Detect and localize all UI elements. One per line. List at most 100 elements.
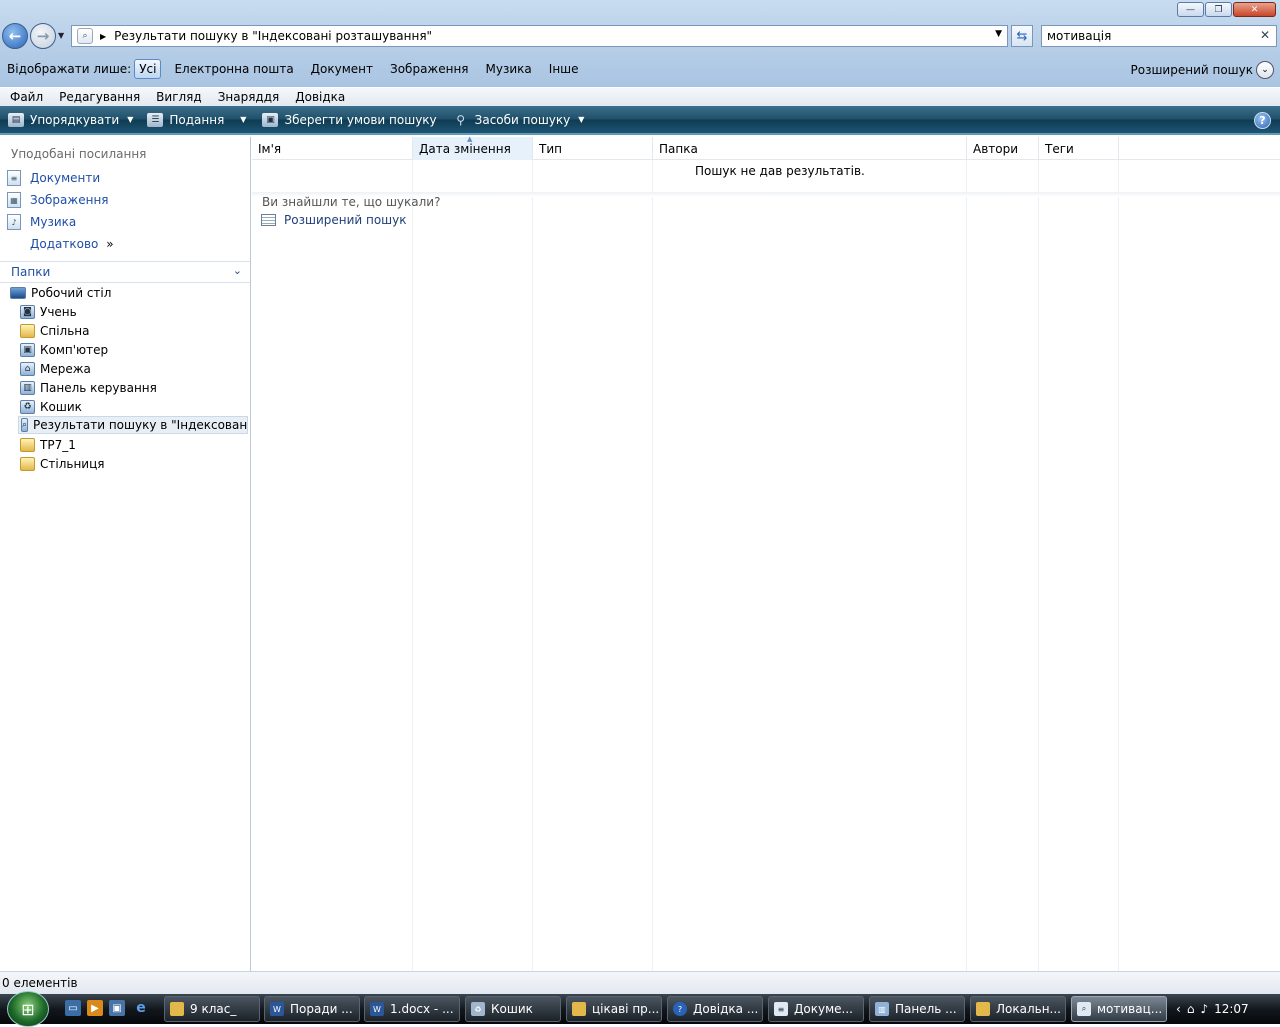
save-search-button[interactable]: ▣ Зберегти умови пошуку: [262, 112, 437, 127]
search-input[interactable]: мотивація: [1047, 29, 1111, 43]
internet-explorer-icon[interactable]: e: [133, 1000, 149, 1016]
word-icon: W: [270, 1002, 284, 1016]
views-button[interactable]: ☰ Подання ▼: [147, 112, 247, 127]
chevron-down-icon[interactable]: ⌄: [233, 264, 242, 277]
taskbar-label: Панель ...: [895, 1002, 957, 1016]
chevron-down-icon[interactable]: ⌄: [1256, 61, 1274, 79]
filter-other[interactable]: Інше: [545, 60, 583, 78]
tree-item-public[interactable]: Спільна: [20, 322, 90, 340]
recycle-bin-icon: ♻: [20, 400, 35, 414]
address-bar[interactable]: ⌕ ▶ Результати пошуку в "Індексовані роз…: [71, 25, 1008, 47]
more-links[interactable]: Додатково »: [30, 237, 114, 251]
filter-all[interactable]: Усі: [134, 59, 162, 79]
column-date-modified[interactable]: ▲ Дата змінення: [413, 135, 533, 160]
taskbar-item-porady[interactable]: W Поради ...: [264, 996, 360, 1022]
folder-icon: [20, 457, 35, 471]
tree-item-search-results[interactable]: ⌕ Результати пошуку в "Індексовані роз: [18, 416, 248, 434]
taskbar-label: Кошик: [491, 1002, 533, 1016]
search-tools-button[interactable]: ⚲ Засоби пошуку ▼: [453, 113, 584, 127]
sort-indicator-icon: ▲: [467, 135, 473, 143]
filter-email[interactable]: Електронна пошта: [170, 60, 297, 78]
media-player-icon[interactable]: ▶: [87, 1000, 103, 1016]
tree-item-network[interactable]: ⌂ Мережа: [20, 360, 91, 378]
tree-item-user[interactable]: ◙ Учень: [20, 303, 77, 321]
back-button[interactable]: ←: [2, 23, 28, 49]
menu-help[interactable]: Довідка: [295, 90, 345, 104]
tree-item-recycle-bin[interactable]: ♻ Кошик: [20, 398, 82, 416]
start-button[interactable]: ⊞: [7, 991, 49, 1027]
tree-item-control-panel[interactable]: ▥ Панель керування: [20, 379, 157, 397]
back-arrow-icon: ←: [8, 27, 22, 45]
folder-icon: [20, 438, 35, 452]
column-label: Автори: [973, 141, 1019, 156]
folder-icon: [572, 1002, 586, 1016]
taskbar-item-1docx[interactable]: W 1.docx - ...: [364, 996, 460, 1022]
taskbar-item-control-panel[interactable]: ▥ Панель ...: [869, 996, 965, 1022]
documents-icon: ≡: [7, 170, 21, 186]
save-icon: ▣: [262, 112, 279, 127]
forward-arrow-icon: →: [36, 27, 50, 45]
close-button[interactable]: ✕: [1233, 2, 1276, 17]
favorite-music[interactable]: ♪ Музика: [7, 214, 76, 230]
dropdown-caret-icon: ▼: [240, 115, 247, 124]
tree-item-desktop[interactable]: Робочий стіл: [10, 284, 111, 302]
tree-label: Мережа: [40, 362, 91, 376]
column-tags[interactable]: Теги: [1039, 137, 1119, 160]
window-top-area: — ❐ ✕ ← → ▼ ⌕ ▶ Результати пошуку в "Інд…: [0, 0, 1280, 88]
taskbar-item-motyvatsiia[interactable]: ⌕ мотивац...: [1071, 996, 1167, 1022]
advanced-search-toggle[interactable]: Розширений пошук ⌄: [1130, 61, 1274, 79]
column-divider: [1038, 160, 1039, 971]
taskbar-item-9klas[interactable]: 9 клас_: [164, 996, 260, 1022]
clock[interactable]: 12:07: [1214, 1002, 1249, 1016]
taskbar-item-tsikavi[interactable]: цікаві пр...: [566, 996, 662, 1022]
filter-pictures[interactable]: Зображення: [386, 60, 473, 78]
taskbar-item-local[interactable]: Локальн...: [970, 996, 1066, 1022]
tray-expand-icon[interactable]: ‹: [1176, 1002, 1181, 1016]
column-type[interactable]: Тип: [533, 137, 653, 160]
forward-button[interactable]: →: [30, 23, 56, 49]
recent-pages-dropdown[interactable]: ▼: [58, 31, 64, 40]
tree-item-stilnytsia[interactable]: Стільниця: [20, 455, 104, 473]
tree-item-tp7[interactable]: ТР7_1: [20, 436, 76, 454]
show-desktop-icon[interactable]: ▭: [65, 1000, 81, 1016]
folders-label: Папки: [11, 265, 51, 279]
windows-logo-icon: ⊞: [21, 999, 35, 1019]
minimize-button[interactable]: —: [1177, 2, 1204, 17]
help-icon[interactable]: ?: [1254, 112, 1271, 129]
search-folder-icon: ⌕: [21, 418, 29, 432]
network-tray-icon[interactable]: ⌂: [1187, 1002, 1195, 1016]
taskbar-item-documents[interactable]: ≡ Докуме...: [768, 996, 864, 1022]
save-search-label: Зберегти умови пошуку: [284, 112, 437, 127]
menu-edit[interactable]: Редагування: [59, 90, 140, 104]
menu-file[interactable]: Файл: [10, 90, 43, 104]
maximize-button[interactable]: ❐: [1205, 2, 1232, 17]
taskbar-label: Докуме...: [794, 1002, 853, 1016]
advanced-search-link[interactable]: Розширений пошук: [261, 213, 407, 227]
folders-header[interactable]: Папки ⌄: [0, 261, 250, 283]
switch-windows-icon[interactable]: ▣: [109, 1000, 125, 1016]
views-label: Подання: [169, 112, 225, 127]
volume-icon[interactable]: ♪: [1200, 1002, 1208, 1016]
column-name[interactable]: Ім'я: [252, 137, 413, 160]
recycle-bin-icon: ♻: [471, 1002, 485, 1016]
breadcrumb-arrow-icon[interactable]: ▶: [100, 32, 106, 41]
filter-document[interactable]: Документ: [307, 60, 377, 78]
column-folder[interactable]: Папка: [653, 137, 967, 160]
tree-item-computer[interactable]: ▣ Комп'ютер: [20, 341, 108, 359]
favorite-pictures[interactable]: ▦ Зображення: [7, 192, 109, 208]
taskbar-item-recycle-bin[interactable]: ♻ Кошик: [465, 996, 561, 1022]
tree-label: Кошик: [40, 400, 82, 414]
taskbar-label: цікаві пр...: [592, 1002, 660, 1016]
clear-search-icon[interactable]: ✕: [1260, 28, 1270, 42]
taskbar-item-help[interactable]: ? Довідка ...: [667, 996, 763, 1022]
menu-tools[interactable]: Знаряддя: [218, 90, 280, 104]
menu-view[interactable]: Вигляд: [156, 90, 202, 104]
filter-music[interactable]: Музика: [482, 60, 536, 78]
word-icon: W: [370, 1002, 384, 1016]
column-authors[interactable]: Автори: [967, 137, 1039, 160]
organize-button[interactable]: ▤ Упорядкувати ▼: [8, 112, 133, 127]
address-dropdown-icon[interactable]: ▼: [995, 29, 1002, 39]
search-box[interactable]: мотивація ✕: [1041, 25, 1277, 47]
refresh-button[interactable]: ⇆: [1011, 25, 1033, 47]
favorite-documents[interactable]: ≡ Документи: [7, 170, 100, 186]
